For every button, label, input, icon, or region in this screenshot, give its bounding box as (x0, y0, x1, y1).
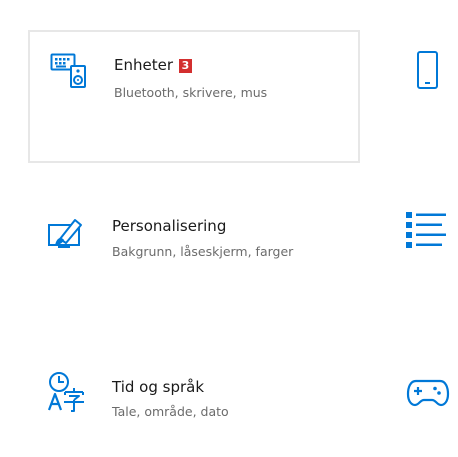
tile-description: Bluetooth, skrivere, mus (114, 85, 268, 100)
notification-badge: 3 (179, 59, 192, 73)
settings-tile-devices[interactable]: Enheter 3 Bluetooth, skrivere, mus (28, 30, 360, 163)
tile-title-text: Enheter (114, 56, 173, 74)
phone-icon[interactable] (412, 50, 444, 92)
personalization-icon (48, 219, 82, 248)
devices-icon (50, 53, 86, 88)
tile-title: Personalisering (112, 217, 227, 235)
settings-home: Enheter 3 Bluetooth, skrivere, mus Person… (0, 0, 458, 457)
tile-title: Tid og språk (112, 378, 205, 396)
apps-list-icon[interactable] (404, 210, 448, 250)
tile-description: Bakgrunn, låseskjerm, farger (112, 244, 294, 259)
settings-tile-personalization[interactable]: Personalisering Bakgrunn, låseskjerm, fa… (28, 195, 360, 295)
time-language-icon (47, 372, 84, 412)
tile-title: Enheter 3 (114, 56, 192, 74)
tile-description: Tale, område, dato (112, 404, 229, 419)
gaming-controller-icon[interactable] (406, 376, 450, 410)
settings-tile-time-language[interactable]: Tid og språk Tale, område, dato (28, 360, 360, 440)
